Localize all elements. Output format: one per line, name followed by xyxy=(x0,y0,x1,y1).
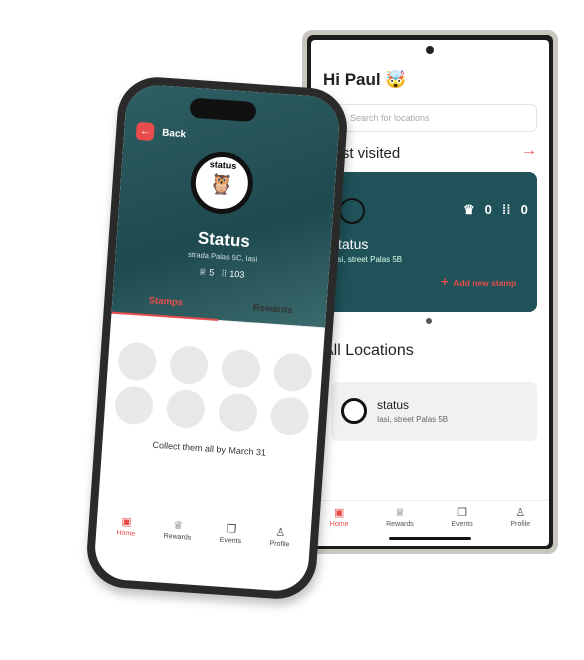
carousel-dot[interactable] xyxy=(426,318,432,324)
nav-label: Events xyxy=(219,536,242,546)
stamp-slot xyxy=(168,344,210,386)
nav-label: Profile xyxy=(510,521,531,528)
home-icon: ▣ xyxy=(120,515,133,529)
stamps-grid-icon: ⁞⁞ xyxy=(501,202,511,217)
stamp-slot xyxy=(113,385,155,426)
stamp-slot xyxy=(116,341,158,382)
bottom-nav: ▣ Home ♕ Rewards ❒ Events ♙ Profile xyxy=(311,500,549,540)
nav-label: Profile xyxy=(269,540,290,549)
nav-label: Home xyxy=(329,521,349,528)
home-icon: ▣ xyxy=(333,507,345,519)
back-arrow-icon[interactable]: ← xyxy=(135,121,155,142)
crown-icon: ♕ xyxy=(172,519,184,533)
location-name: status xyxy=(377,398,410,412)
profile-icon: ♙ xyxy=(515,507,526,519)
stamp-grid xyxy=(113,341,314,437)
nav-rewards[interactable]: ♕ Rewards xyxy=(163,519,192,542)
nav-rewards[interactable]: ♕ Rewards xyxy=(386,507,414,540)
crown-icon: ♕ xyxy=(198,266,208,278)
featured-location-card[interactable]: ♛ 0 ⁞⁞ 0 status Iasi, street Palas 5B + Add… xyxy=(313,172,537,312)
nav-events[interactable]: ❒ Events xyxy=(219,523,242,545)
camera xyxy=(426,46,434,54)
stamp-slot xyxy=(269,395,310,437)
owl-icon: 🦉 xyxy=(208,173,235,197)
crown-icon: ♕ xyxy=(394,507,405,519)
rewards-count: 5 xyxy=(208,267,215,278)
location-list-item[interactable]: status Iasi, street Palas 5B xyxy=(331,382,537,441)
nav-home[interactable]: ▣ Home xyxy=(330,507,349,540)
nav-label: Home xyxy=(116,529,136,538)
nav-label: Events xyxy=(451,521,473,528)
nav-profile[interactable]: ♙ Profile xyxy=(510,507,530,540)
nav-events[interactable]: ❒ Events xyxy=(451,507,472,540)
stamp-slot xyxy=(272,352,314,393)
rewards-count: 0 xyxy=(484,202,492,217)
arrow-right-icon[interactable]: → xyxy=(521,142,537,160)
bottom-nav: ▣ Home ♕ Rewards ❒ Events ♙ Profile xyxy=(102,515,305,550)
home-indicator xyxy=(389,537,471,540)
nav-label: Rewards xyxy=(163,532,192,542)
plus-icon: + xyxy=(441,274,449,289)
location-logo xyxy=(341,398,367,424)
location-logo xyxy=(339,198,365,224)
greeting: Hi Paul 🤯 xyxy=(323,70,407,89)
all-locations-heading: All Locations xyxy=(323,342,414,359)
stamp-slot xyxy=(165,388,207,430)
stamps-count: 103 xyxy=(228,268,245,280)
add-stamp-label: Add new stamp xyxy=(453,278,517,288)
collect-deadline: Collect them all by March 31 xyxy=(152,439,267,458)
crown-icon: ♛ xyxy=(463,202,475,217)
logo-text: status xyxy=(209,159,237,171)
nav-label: Rewards xyxy=(386,521,414,528)
stamps-grid-icon: ⁞⁞ xyxy=(221,268,228,279)
back-button[interactable]: Back xyxy=(162,128,187,141)
stamp-slot xyxy=(220,348,262,390)
front-phone: ← Back status 🦉 Status strada Palas 5C, I… xyxy=(84,74,350,602)
nav-profile[interactable]: ♙ Profile xyxy=(269,526,290,549)
nav-home[interactable]: ▣ Home xyxy=(116,516,136,538)
events-icon: ❒ xyxy=(225,523,237,536)
stamp-slot xyxy=(217,392,259,433)
home-screen: Hi Paul 🤯 Search for locations Most visi… xyxy=(311,40,549,546)
profile-icon: ♙ xyxy=(274,526,286,540)
location-address: Iasi, street Palas 5B xyxy=(377,415,449,424)
location-address: Iasi, street Palas 5B xyxy=(331,255,403,264)
add-stamp-button[interactable]: + Add new stamp xyxy=(441,274,516,289)
location-detail-screen: ← Back status 🦉 Status strada Palas 5C, I… xyxy=(92,83,342,593)
search-placeholder: Search for locations xyxy=(350,113,430,123)
stamps-count: 0 xyxy=(520,202,528,217)
events-icon: ❒ xyxy=(457,507,467,519)
